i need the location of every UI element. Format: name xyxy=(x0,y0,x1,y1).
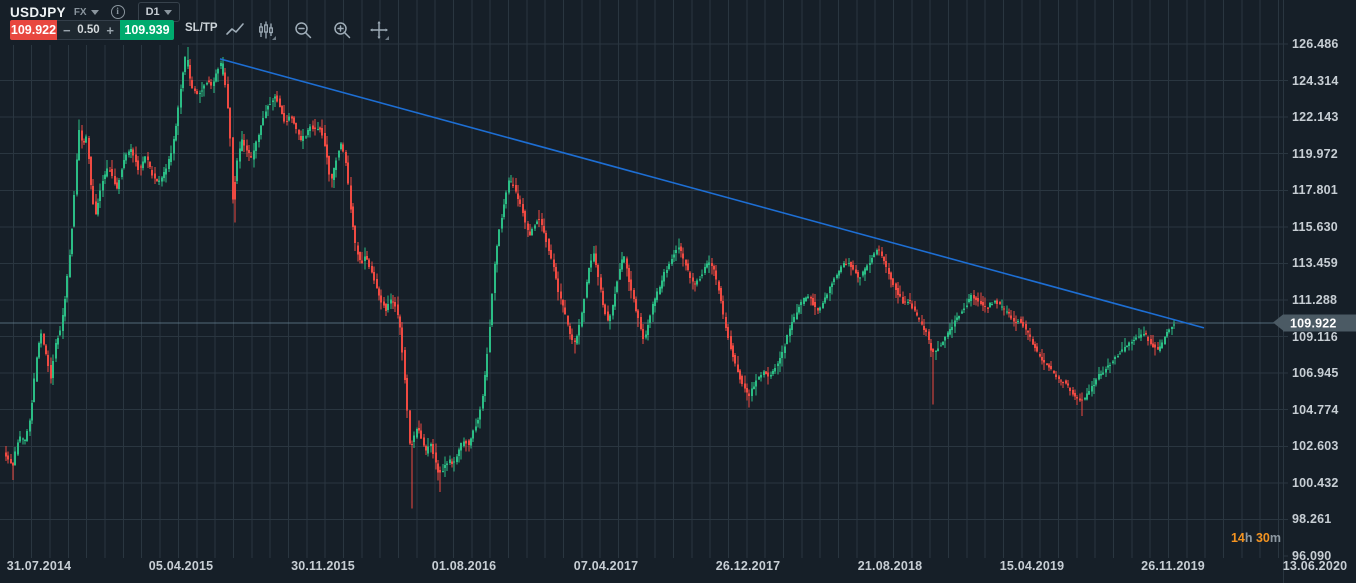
price-axis-label: 124.314 xyxy=(1292,73,1339,88)
quick-trade-widget: 109.922 − 0.50 + 109.939 xyxy=(10,20,174,40)
date-axis-label: 31.07.2014 xyxy=(6,559,72,573)
date-axis-label: 30.11.2015 xyxy=(291,559,355,573)
price-axis-label: 109.116 xyxy=(1292,329,1338,344)
date-axis-label: 26.12.2017 xyxy=(715,559,781,573)
date-axis-label: 13.06.2020 xyxy=(1282,559,1348,573)
pan-crosshair-icon[interactable] xyxy=(368,19,390,41)
date-axis-label: 15.04.2019 xyxy=(999,559,1065,573)
candlestick-icon[interactable] xyxy=(255,19,277,41)
decrease-button[interactable]: − xyxy=(63,24,71,37)
price-axis-label: 106.945 xyxy=(1292,366,1339,381)
buy-button[interactable]: 109.939 xyxy=(120,20,174,40)
date-axis-label: 05.04.2015 xyxy=(148,559,214,573)
market-type-dropdown[interactable]: FX xyxy=(74,7,99,18)
increase-button[interactable]: + xyxy=(106,24,114,37)
symbol-name[interactable]: USDJPY xyxy=(10,5,66,20)
time-axis[interactable]: 31.07.2014 05.04.2015 30.11.2015 01.08.2016… xyxy=(0,550,1347,583)
sltp-stepper: − 0.50 + xyxy=(57,20,120,40)
price-axis-label: 117.801 xyxy=(1292,183,1338,198)
symbol-header: USDJPY FX D1 xyxy=(10,2,180,22)
price-tag-arrow-icon xyxy=(1273,314,1283,331)
price-axis-label: 98.261 xyxy=(1292,512,1332,527)
candle-countdown: 14h 30m xyxy=(1230,531,1281,545)
price-chart-canvas[interactable] xyxy=(0,0,1356,583)
price-axis[interactable]: 126.486 124.314 122.143 119.972 117.801 115.6… xyxy=(1283,0,1356,583)
date-axis-label: 01.08.2016 xyxy=(431,559,497,573)
price-axis-label: 102.603 xyxy=(1292,439,1339,454)
trendline[interactable] xyxy=(219,58,1205,329)
info-icon[interactable] xyxy=(110,5,125,19)
dropdown-caret-icon xyxy=(272,36,276,40)
current-price-value: 109.922 xyxy=(1290,316,1337,330)
date-axis-label: 07.04.2017 xyxy=(573,559,639,573)
line-chart-icon[interactable] xyxy=(224,19,246,41)
chevron-down-icon xyxy=(90,9,99,15)
price-axis-label: 122.143 xyxy=(1292,110,1339,125)
sltp-toggle[interactable]: SL/TP xyxy=(185,22,218,34)
date-axis-label: 26.11.2019 xyxy=(1141,559,1205,573)
price-axis-label: 126.486 xyxy=(1292,37,1339,51)
price-axis-label: 111.288 xyxy=(1292,293,1338,307)
zoom-in-icon[interactable] xyxy=(331,19,353,41)
price-axis-label: 119.972 xyxy=(1292,146,1338,161)
step-value[interactable]: 0.50 xyxy=(77,24,99,36)
price-axis-label: 113.459 xyxy=(1292,256,1338,271)
price-axis-label: 115.630 xyxy=(1292,219,1338,234)
zoom-out-icon[interactable] xyxy=(292,19,314,41)
price-axis-label: 104.774 xyxy=(1292,402,1339,417)
current-price-tag: 109.922 xyxy=(1273,314,1356,332)
timeframe-dropdown[interactable]: D1 xyxy=(137,2,180,22)
chart-toolbar xyxy=(224,19,399,41)
dropdown-caret-icon xyxy=(385,36,389,40)
sell-button[interactable]: 109.922 xyxy=(10,20,57,40)
candles xyxy=(5,47,1175,509)
chevron-down-icon xyxy=(163,9,172,15)
trading-chart-window: 126.486 124.314 122.143 119.972 117.801 115.6… xyxy=(0,0,1356,583)
date-axis-label: 21.08.2018 xyxy=(857,559,923,573)
price-axis-label: 100.432 xyxy=(1292,475,1339,490)
